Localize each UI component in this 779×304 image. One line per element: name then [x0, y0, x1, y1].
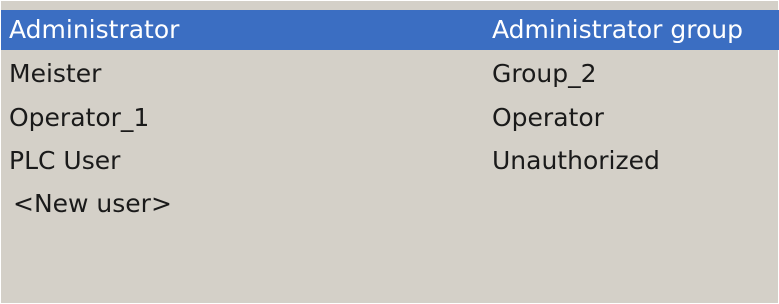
- user-group: Group_2: [492, 59, 597, 88]
- user-row-administrator[interactable]: Administrator Administrator group: [1, 10, 779, 50]
- user-group: Administrator group: [492, 15, 743, 44]
- user-group: Unauthorized: [492, 146, 660, 175]
- user-list[interactable]: Administrator Administrator group Meiste…: [0, 0, 779, 304]
- user-name: Operator_1: [9, 103, 150, 132]
- user-name: Meister: [9, 59, 102, 88]
- user-name: Administrator: [9, 15, 180, 44]
- user-row-operator-1[interactable]: Operator_1 Operator: [1, 98, 779, 138]
- user-row-meister[interactable]: Meister Group_2: [1, 54, 779, 94]
- new-user-row[interactable]: <New user>: [1, 184, 779, 224]
- user-group: Operator: [492, 103, 604, 132]
- user-name: PLC User: [9, 146, 121, 175]
- user-row-plc-user[interactable]: PLC User Unauthorized: [1, 141, 779, 181]
- new-user-label: <New user>: [13, 189, 172, 218]
